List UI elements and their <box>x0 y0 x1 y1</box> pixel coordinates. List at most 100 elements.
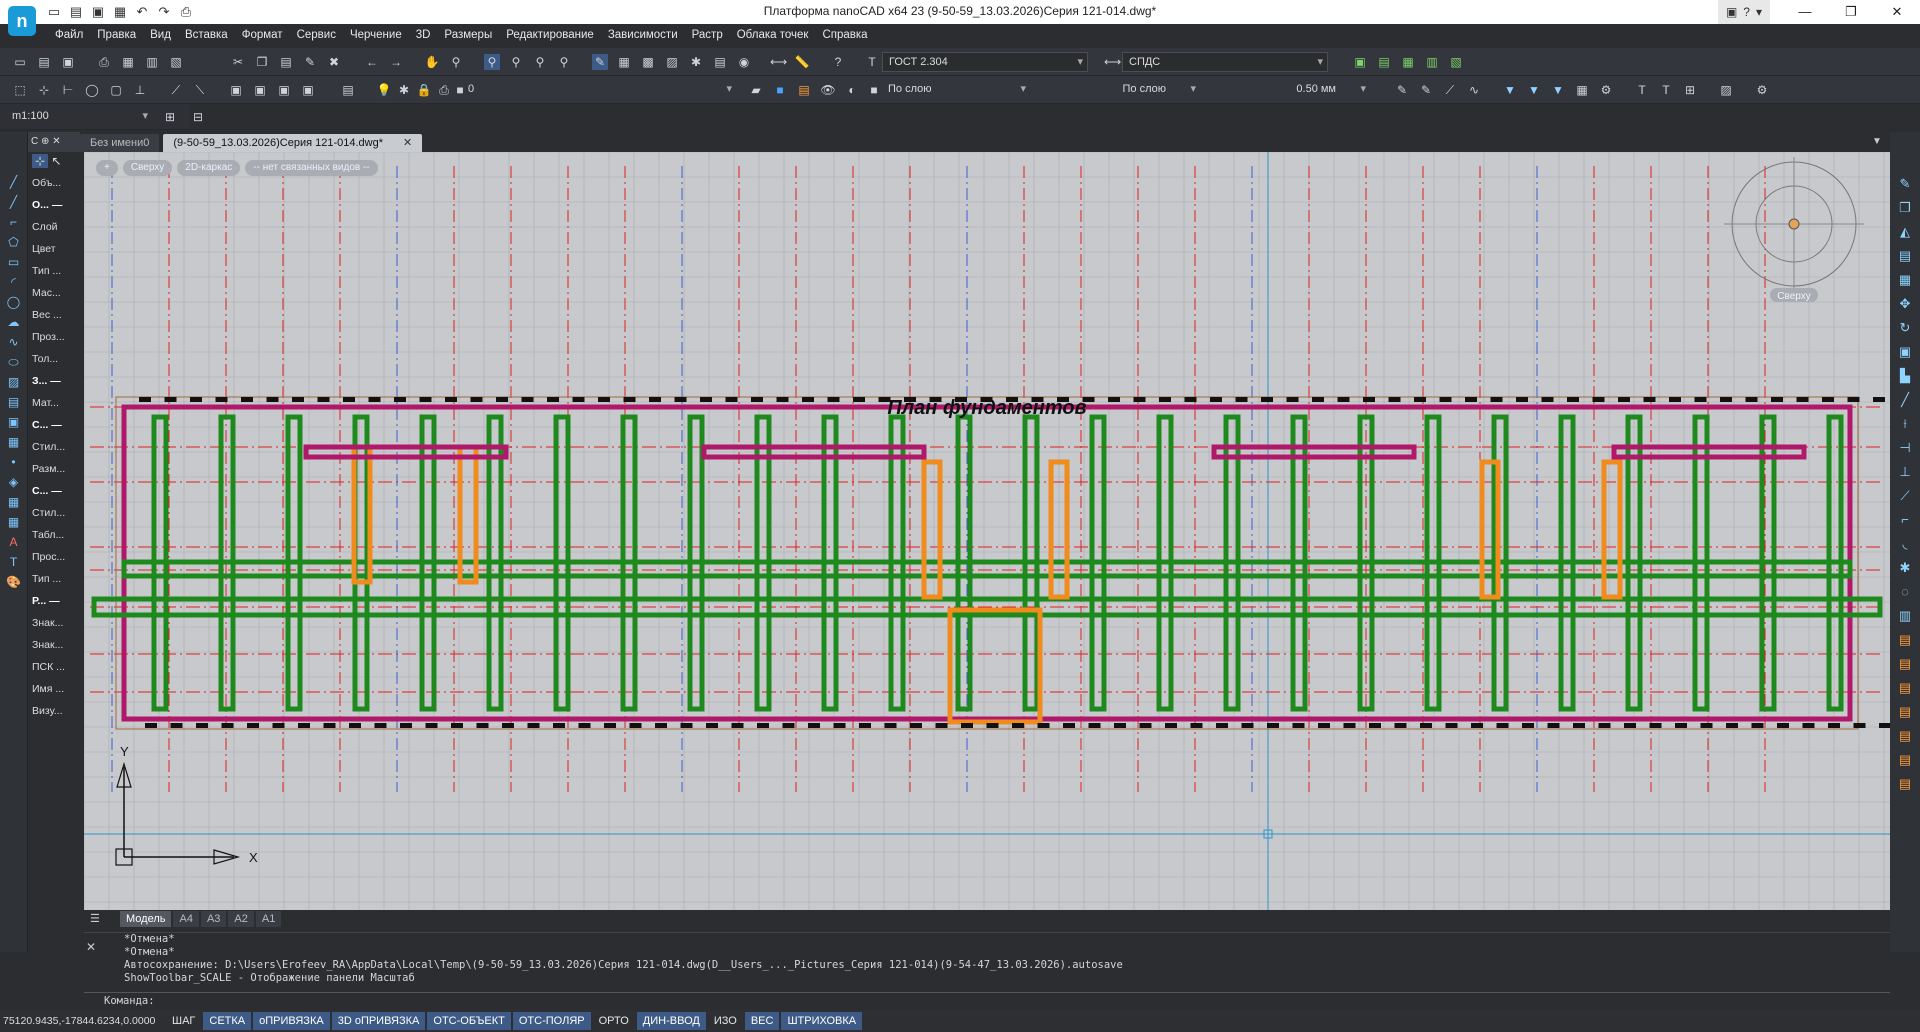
close-tab-icon[interactable]: ✕ <box>393 137 412 149</box>
rotate-icon[interactable]: ↻ <box>1890 316 1920 340</box>
make-current-icon[interactable]: ▰ <box>748 82 764 98</box>
block-edit-icon[interactable]: ▼ <box>1526 82 1542 98</box>
break-icon[interactable]: ⊥ <box>1890 460 1920 484</box>
open-file-icon[interactable]: ▤ <box>68 4 84 20</box>
scale-icon[interactable]: ▣ <box>300 82 316 98</box>
menu-item[interactable]: Зависимости <box>601 25 685 45</box>
status-toggle[interactable]: ИЗО <box>708 1012 743 1030</box>
revision-cloud-icon[interactable]: ☁ <box>0 312 27 332</box>
settings-icon[interactable]: ⚙ <box>1754 82 1770 98</box>
spline-icon[interactable]: ∿ <box>1466 82 1482 98</box>
status-toggle[interactable]: ДИН-ВВОД <box>636 1012 706 1030</box>
status-toggle[interactable]: 3D оПРИВЯЗКА <box>331 1012 426 1030</box>
redo-icon[interactable]: ↷ <box>156 4 172 20</box>
copy-icon[interactable]: ❐ <box>254 54 270 70</box>
menu-item[interactable]: Размеры <box>437 25 499 45</box>
spds-icon[interactable]: ◌ <box>1890 580 1920 604</box>
pick-icon[interactable]: ↖ <box>51 154 61 168</box>
layer-tool-1-icon[interactable]: ▤ <box>1890 628 1920 652</box>
menu-item[interactable]: Черчение <box>343 25 409 45</box>
layout-tab[interactable]: А4 <box>173 911 199 927</box>
plot-preview-icon[interactable]: ▦ <box>120 54 136 70</box>
status-toggle[interactable]: ОРТО <box>593 1012 635 1030</box>
gradient-icon[interactable]: ▤ <box>0 392 27 412</box>
layout-tab[interactable]: Модель <box>120 911 172 927</box>
explode-icon[interactable]: ✱ <box>1890 556 1920 580</box>
save-icon[interactable]: ▣ <box>90 4 106 20</box>
status-toggle[interactable]: ВЕС <box>744 1012 780 1030</box>
print-icon[interactable]: ⎙ <box>178 4 194 20</box>
render-icon[interactable]: ◉ <box>736 54 752 70</box>
save-icon[interactable]: ▣ <box>60 54 76 70</box>
property-row[interactable]: Слой <box>28 216 80 238</box>
property-row[interactable]: Тип ... <box>28 568 80 590</box>
wipeout-icon[interactable]: ▦ <box>0 492 27 512</box>
chamfer-icon[interactable]: ⌐ <box>1890 508 1920 532</box>
plot-icon[interactable]: ▧ <box>168 54 184 70</box>
hatch-icon[interactable]: ▨ <box>0 372 27 392</box>
layer-tool-2-icon[interactable]: ▤ <box>1890 652 1920 676</box>
tool-palettes-icon[interactable]: ▩ <box>640 54 656 70</box>
cut-icon[interactable]: ✂ <box>230 54 246 70</box>
rectangle-icon[interactable]: ▭ <box>0 252 27 272</box>
layer-tool-3-icon[interactable]: ▤ <box>1890 676 1920 700</box>
zoom-window-icon[interactable]: ⚲ <box>484 54 500 70</box>
view-control-button[interactable]: Сверху <box>122 160 173 176</box>
scale-select[interactable]: m1:100 <box>6 107 152 127</box>
layer-on-icon[interactable]: 💡 <box>376 82 392 98</box>
menu-item[interactable]: Сервис <box>290 25 343 45</box>
stretch-icon[interactable]: ▙ <box>1890 364 1920 388</box>
mirror-icon[interactable]: ▣ <box>252 82 268 98</box>
text-align-icon[interactable]: T <box>1634 82 1650 98</box>
property-row[interactable]: Знак... <box>28 634 80 656</box>
layout-tab[interactable]: А3 <box>200 911 227 927</box>
mirror-icon[interactable]: ◭ <box>1890 220 1920 244</box>
spds-notes-icon[interactable]: ▥ <box>1424 54 1440 70</box>
property-row[interactable]: Прос... <box>28 546 80 568</box>
properties-icon[interactable]: ✎ <box>592 54 608 70</box>
text-style-select[interactable]: ГОСТ 2.304 <box>882 52 1088 72</box>
extend-icon[interactable]: ⊣ <box>1890 436 1920 460</box>
layout-tab[interactable]: А1 <box>255 911 282 927</box>
property-row[interactable]: С... — <box>28 414 80 436</box>
property-row[interactable]: Табл... <box>28 524 80 546</box>
move-icon[interactable]: ✥ <box>1890 292 1920 316</box>
scale-add-icon[interactable]: ⊞ <box>162 109 178 125</box>
point-icon[interactable]: • <box>0 452 27 472</box>
visibility-icon[interactable]: 👁 <box>820 82 836 98</box>
edit-leader-icon[interactable]: ⟋ <box>1442 82 1458 98</box>
publish-icon[interactable]: ▥ <box>144 54 160 70</box>
paint-icon[interactable]: 🎨 <box>0 572 27 592</box>
drawing-canvas[interactable]: План фундаментов Сверху X Y <box>84 152 1890 910</box>
chevron-down-icon[interactable]: ▾ <box>1756 5 1762 19</box>
open-icon[interactable]: ▤ <box>36 54 52 70</box>
document-tab[interactable]: (9-50-59_13.03.2026)Серия 121-014.dwg* ✕ <box>163 134 423 152</box>
status-toggle[interactable]: оПРИВЯЗКА <box>253 1012 330 1030</box>
erase-icon[interactable]: ✎ <box>1890 172 1920 196</box>
property-row[interactable]: Объ... <box>28 172 80 194</box>
select-objects-icon[interactable]: ⊹ <box>32 154 49 168</box>
command-input[interactable]: Команда: <box>84 992 1890 1008</box>
layer-previous-icon[interactable]: ▤ <box>796 82 812 98</box>
layout-tab[interactable]: А2 <box>228 911 254 927</box>
text-edit-icon[interactable]: T <box>1658 82 1674 98</box>
property-row[interactable]: С... — <box>28 480 80 502</box>
spds-stamp-icon[interactable]: ▤ <box>1376 54 1392 70</box>
menu-item[interactable]: Формат <box>235 25 290 45</box>
layouts-menu-icon[interactable]: ☰ <box>90 912 100 925</box>
property-row[interactable]: Имя ... <box>28 678 80 700</box>
text-frame-icon[interactable]: ⊞ <box>1682 82 1698 98</box>
new-file-icon[interactable]: ▭ <box>46 4 62 20</box>
arc-icon[interactable]: ◜ <box>0 272 27 292</box>
menu-item[interactable]: Вид <box>143 25 178 45</box>
line-tool-icon[interactable]: ⊢ <box>60 82 76 98</box>
dim-style-select[interactable]: СПДС <box>1122 52 1328 72</box>
zoom-all-icon[interactable]: ⚲ <box>556 54 572 70</box>
view-control-button[interactable]: + <box>96 160 118 176</box>
table-insert-icon[interactable]: ▦ <box>0 512 27 532</box>
property-row[interactable]: Разм... <box>28 458 80 480</box>
layer-tool-7-icon[interactable]: ▤ <box>1890 772 1920 796</box>
menu-item[interactable]: Файл <box>48 25 90 45</box>
menu-item[interactable]: Редактирование <box>499 25 601 45</box>
design-center-icon[interactable]: ▦ <box>616 54 632 70</box>
